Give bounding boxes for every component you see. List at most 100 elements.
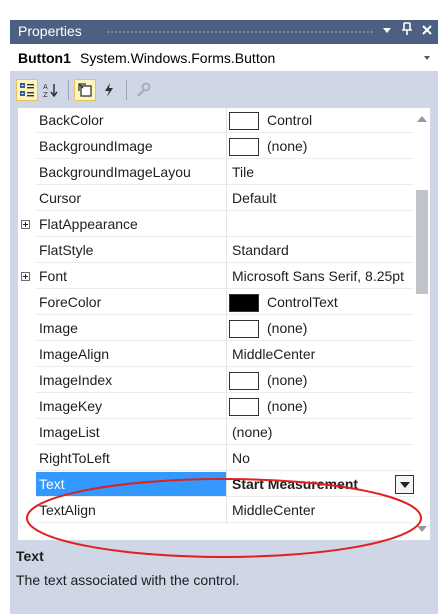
property-row[interactable]: TextAlign MiddleCenter: [18, 498, 414, 524]
property-value-text: ControlText: [267, 294, 338, 310]
color-swatch: [229, 398, 259, 416]
property-row[interactable]: FlatAppearance: [18, 212, 414, 238]
property-value[interactable]: (none): [227, 134, 414, 159]
property-name[interactable]: BackgroundImage: [36, 134, 226, 159]
property-row[interactable]: BackgroundImage (none): [18, 134, 414, 160]
property-value[interactable]: Standard: [227, 238, 414, 263]
properties-icon: [78, 83, 92, 97]
property-name[interactable]: Text: [36, 472, 226, 497]
property-name[interactable]: Cursor: [36, 186, 226, 211]
property-row[interactable]: FlatStyle Standard: [18, 238, 414, 264]
property-value[interactable]: Start Measurement: [227, 472, 414, 497]
property-name[interactable]: Font: [36, 264, 226, 289]
row-gutter: [18, 108, 36, 134]
property-value-text: (none): [267, 372, 308, 388]
chevron-down-icon: [424, 56, 430, 60]
property-value[interactable]: (none): [227, 368, 414, 393]
property-value[interactable]: ControlText: [227, 290, 414, 315]
properties-button[interactable]: [74, 79, 96, 101]
property-row[interactable]: ImageAlign MiddleCenter: [18, 342, 414, 368]
window-position-button[interactable]: [378, 22, 396, 42]
row-gutter: [18, 264, 36, 290]
property-value[interactable]: (none): [227, 316, 414, 341]
property-value[interactable]: MiddleCenter: [227, 342, 414, 367]
title-bar[interactable]: Properties: [10, 20, 438, 44]
events-button[interactable]: [98, 79, 120, 101]
alphabetical-button[interactable]: A Z: [40, 79, 62, 101]
scroll-up-icon[interactable]: [417, 116, 427, 122]
dropdown-arrow-icon: [383, 28, 391, 33]
property-value-text: (none): [267, 138, 308, 154]
property-value-text: Control: [267, 112, 313, 128]
wrench-icon: [137, 82, 151, 97]
row-gutter: [18, 186, 36, 212]
close-icon: [422, 25, 432, 35]
property-name[interactable]: BackColor: [36, 108, 226, 133]
property-name[interactable]: RightToLeft: [36, 446, 226, 471]
row-gutter: [18, 238, 36, 264]
expand-plus-icon[interactable]: [21, 220, 30, 229]
property-name[interactable]: BackgroundImageLayou: [36, 160, 226, 185]
property-value[interactable]: (none): [227, 394, 414, 419]
property-row[interactable]: Image (none): [18, 316, 414, 342]
property-name[interactable]: ImageIndex: [36, 368, 226, 393]
color-swatch: [229, 138, 259, 156]
toolbar-separator: [126, 80, 127, 100]
value-dropdown-button[interactable]: [395, 475, 414, 494]
property-name[interactable]: ImageList: [36, 420, 226, 445]
property-grid: BackColor Control BackgroundImage (none) Bac…: [18, 108, 430, 540]
property-row[interactable]: ImageList (none): [18, 420, 414, 446]
panel-title: Properties: [18, 23, 82, 39]
property-value[interactable]: Control: [227, 108, 414, 133]
row-gutter: [18, 446, 36, 472]
property-value[interactable]: MiddleCenter: [227, 498, 414, 523]
property-name[interactable]: FlatAppearance: [36, 212, 226, 237]
categorized-icon: [20, 83, 34, 97]
property-row[interactable]: BackColor Control: [18, 108, 414, 134]
properties-panel: Properties Button1 System.Windows.Forms.…: [10, 20, 438, 614]
object-selector[interactable]: Button1 System.Windows.Forms.Button: [10, 44, 438, 72]
color-swatch: [229, 320, 259, 338]
close-button[interactable]: [418, 22, 436, 42]
row-gutter: [18, 420, 36, 446]
description-text: The text associated with the control.: [16, 572, 240, 588]
row-gutter: [18, 290, 36, 316]
alphabetical-icon: A Z: [43, 83, 58, 98]
title-bar-grip: [106, 30, 374, 34]
property-name[interactable]: ImageAlign: [36, 342, 226, 367]
property-row[interactable]: BackgroundImageLayou Tile: [18, 160, 414, 186]
categorized-button[interactable]: [16, 79, 38, 101]
property-value[interactable]: No: [227, 446, 414, 471]
property-pages-button[interactable]: [132, 79, 154, 101]
expand-plus-icon[interactable]: [21, 272, 30, 281]
property-name[interactable]: ImageKey: [36, 394, 226, 419]
property-name[interactable]: TextAlign: [36, 498, 226, 523]
property-name[interactable]: Image: [36, 316, 226, 341]
property-value[interactable]: Default: [227, 186, 414, 211]
grid-scrollbar[interactable]: [414, 108, 430, 540]
object-name: Button1: [18, 50, 71, 66]
row-gutter: [18, 498, 36, 524]
property-row[interactable]: ForeColor ControlText: [18, 290, 414, 316]
scroll-down-icon[interactable]: [417, 526, 427, 532]
property-row[interactable]: Text Start Measurement: [18, 472, 414, 498]
svg-text:A: A: [43, 83, 48, 91]
property-row[interactable]: Cursor Default: [18, 186, 414, 212]
row-gutter: [18, 212, 36, 238]
scrollbar-thumb[interactable]: [416, 190, 428, 294]
property-value-text: (none): [267, 398, 308, 414]
row-gutter: [18, 160, 36, 186]
color-swatch: [229, 294, 259, 312]
property-name[interactable]: FlatStyle: [36, 238, 226, 263]
property-row[interactable]: Font Microsoft Sans Serif, 8.25pt: [18, 264, 414, 290]
property-row[interactable]: ImageKey (none): [18, 394, 414, 420]
property-name[interactable]: ForeColor: [36, 290, 226, 315]
property-row[interactable]: ImageIndex (none): [18, 368, 414, 394]
property-value[interactable]: [227, 212, 414, 237]
auto-hide-button[interactable]: [398, 22, 416, 43]
property-value[interactable]: Microsoft Sans Serif, 8.25pt: [227, 264, 414, 289]
property-value[interactable]: Tile: [227, 160, 414, 185]
property-value-text: (none): [267, 320, 308, 336]
property-value[interactable]: (none): [227, 420, 414, 445]
property-row[interactable]: RightToLeft No: [18, 446, 414, 472]
